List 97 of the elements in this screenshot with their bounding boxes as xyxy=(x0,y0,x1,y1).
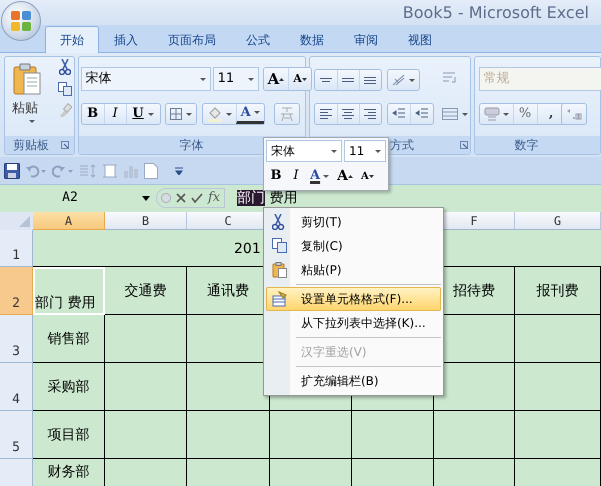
launcher-icon[interactable] xyxy=(460,141,468,149)
window-title: Book5 - Microsoft Excel xyxy=(402,2,589,24)
caret-icon[interactable] xyxy=(200,78,206,80)
group-label: 剪贴板 xyxy=(13,137,49,154)
up-triangle-icon xyxy=(348,174,353,178)
down-triangle-icon xyxy=(302,78,307,80)
caret-icon[interactable] xyxy=(148,112,154,116)
bold-button[interactable]: B xyxy=(82,104,104,124)
format-cells-icon xyxy=(272,291,288,307)
save-icon[interactable] xyxy=(4,162,20,178)
caret-icon[interactable] xyxy=(408,78,415,82)
diagonal-text-icon xyxy=(392,73,406,87)
caret-icon[interactable] xyxy=(462,112,468,116)
column-header[interactable]: A xyxy=(33,212,105,230)
ribbon-tab[interactable]: 插入 xyxy=(99,27,153,52)
table-cell: 销售部 xyxy=(33,315,105,363)
font-color-button[interactable]: A xyxy=(236,104,264,124)
copy-icon xyxy=(272,238,288,254)
menu-item[interactable]: 设置单元格格式(F)... xyxy=(266,287,441,311)
scissors-icon[interactable] xyxy=(59,59,71,75)
row-header[interactable]: 4 xyxy=(0,363,33,411)
caret-icon[interactable] xyxy=(254,111,260,114)
shrink-font-button[interactable]: A xyxy=(356,164,378,188)
font-color-button[interactable]: A xyxy=(306,164,334,188)
table-cell: 部门 费用 xyxy=(33,267,105,315)
font-name-field[interactable]: 宋体 xyxy=(266,140,342,162)
caret-icon[interactable] xyxy=(331,150,337,152)
paste-icon xyxy=(272,262,288,278)
column-header[interactable]: B xyxy=(105,212,187,230)
cancel-icon[interactable] xyxy=(176,193,186,203)
lines-icon xyxy=(320,109,332,119)
table-cell: 采购部 xyxy=(33,363,105,411)
paint-bucket-icon xyxy=(206,106,223,122)
font-name-field[interactable]: 宋体 xyxy=(80,67,211,91)
insert-function-button[interactable]: fx xyxy=(208,188,220,208)
row-header[interactable]: 3 xyxy=(0,315,33,363)
ribbon-tab[interactable]: 开始 xyxy=(45,26,99,53)
launcher-icon[interactable] xyxy=(61,141,69,149)
ribbon-tab[interactable]: 视图 xyxy=(393,27,447,52)
office-logo-icon xyxy=(10,10,32,32)
circle-icon xyxy=(161,193,171,203)
paste-button[interactable]: 粘贴 xyxy=(12,99,38,118)
decimal-icon xyxy=(566,107,582,121)
italic-button[interactable]: I xyxy=(286,164,306,188)
customize-icon[interactable] xyxy=(175,166,183,174)
table-cell: 项目部 xyxy=(33,411,105,459)
lines-icon xyxy=(342,78,354,82)
row-header[interactable]: 1 xyxy=(0,230,33,267)
merge-icon xyxy=(442,108,458,120)
row-header[interactable]: 5 xyxy=(0,411,33,459)
caret-icon[interactable] xyxy=(248,78,254,80)
shrink-font-button[interactable]: A xyxy=(288,68,311,90)
font-size-field[interactable]: 11 xyxy=(344,140,386,162)
italic-button[interactable]: I xyxy=(104,104,126,124)
ribbon-tab[interactable]: 审阅 xyxy=(339,27,393,52)
caret-icon[interactable] xyxy=(186,112,192,116)
dropdown-icon[interactable] xyxy=(142,196,150,200)
formula-text[interactable]: 部门 费用 xyxy=(237,188,298,208)
lines-icon xyxy=(342,109,354,119)
grow-font-button[interactable]: A xyxy=(264,68,288,90)
sheet-title-cell-text: 201 xyxy=(234,240,261,259)
money-icon xyxy=(484,107,500,121)
font-size-field[interactable]: 11 xyxy=(212,67,259,91)
percent-button[interactable]: % xyxy=(512,104,537,124)
table-cell: 报刊费 xyxy=(515,267,601,315)
group-label: 方式 xyxy=(390,137,414,154)
row-header[interactable]: 2 xyxy=(0,267,33,315)
lines-icon xyxy=(364,109,376,119)
ribbon-tab[interactable]: 公式 xyxy=(231,27,285,52)
caret-icon[interactable] xyxy=(502,112,509,116)
lines-icon xyxy=(320,78,332,82)
enter-icon[interactable] xyxy=(191,193,203,203)
copy-icon[interactable] xyxy=(58,82,72,96)
paste-icon xyxy=(13,63,41,95)
caret-icon[interactable] xyxy=(226,112,232,116)
group-label: 数字 xyxy=(514,137,539,154)
column-header[interactable]: G xyxy=(515,212,601,230)
table-cell: 交通费 xyxy=(105,267,187,315)
grid-icon xyxy=(170,108,182,120)
grow-font-button[interactable]: A xyxy=(333,164,357,188)
down-triangle-icon xyxy=(368,174,374,178)
caret-icon[interactable] xyxy=(29,120,35,123)
bold-button[interactable]: B xyxy=(266,164,286,188)
ribbon-tab[interactable]: 数据 xyxy=(285,27,339,52)
menu-item[interactable]: 扩充编辑栏(B) xyxy=(266,369,441,393)
phonetic-icon xyxy=(278,106,295,122)
ribbon-tab[interactable]: 页面布局 xyxy=(153,27,231,52)
caret-icon[interactable] xyxy=(323,174,330,178)
lines-icon xyxy=(364,76,376,84)
underline-button[interactable]: U xyxy=(126,104,160,124)
up-triangle-icon xyxy=(279,78,284,80)
caret-icon[interactable] xyxy=(375,150,381,152)
group-label: 字体 xyxy=(180,137,204,154)
table-cell: 财务部 xyxy=(33,459,105,486)
name-box[interactable]: A2 xyxy=(0,186,140,210)
wrap-text-icon[interactable] xyxy=(442,71,458,85)
menu-item[interactable]: 复制(C) xyxy=(266,234,441,258)
